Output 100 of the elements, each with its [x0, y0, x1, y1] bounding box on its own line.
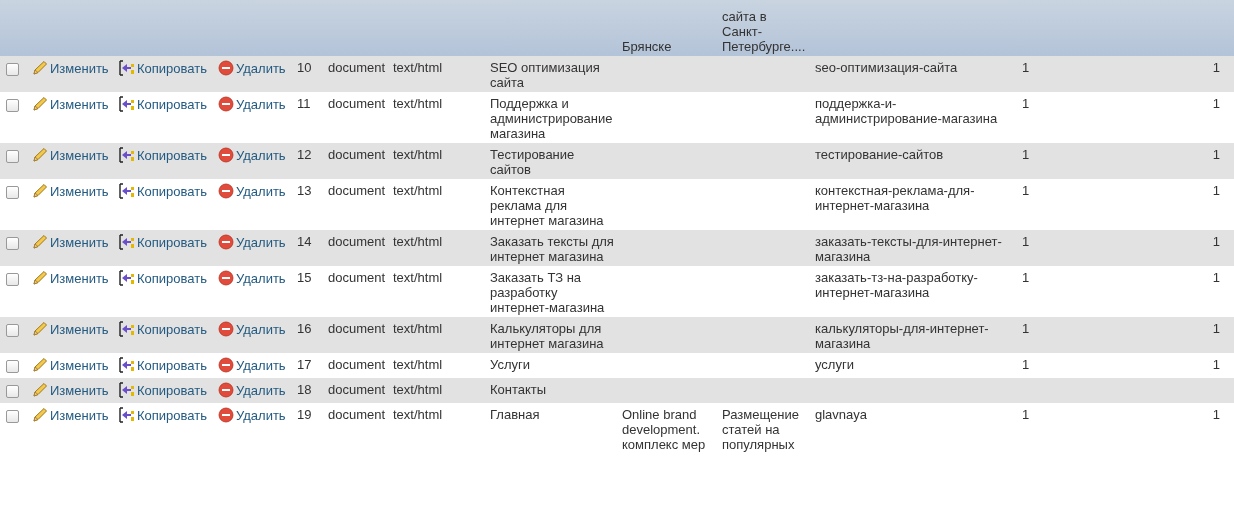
copy-icon: [119, 60, 135, 76]
table-cell: text/html: [393, 183, 443, 198]
table-cell: glavnaya: [815, 407, 868, 422]
copy-link[interactable]: Копировать: [119, 270, 207, 286]
table-cell: 15: [297, 270, 312, 285]
copy-link[interactable]: Копировать: [119, 183, 207, 199]
table-cell: 13: [297, 183, 312, 198]
table-cell: Заказать тексты для интернет магазина: [490, 234, 614, 264]
delete-link[interactable]: Удалить: [218, 407, 286, 423]
table-cell: text/html: [393, 234, 443, 249]
table-cell: text/html: [393, 60, 443, 75]
copy-link[interactable]: Копировать: [119, 96, 207, 112]
delete-link[interactable]: Удалить: [218, 96, 286, 112]
row-checkbox[interactable]: [6, 99, 19, 112]
table-cell: Услуги: [490, 357, 530, 372]
pencil-icon: [32, 357, 48, 373]
table-cell: заказать-тексты-для-интернет-магазина: [815, 234, 1002, 264]
table-cell: 1: [1212, 147, 1220, 162]
table-cell: 1: [1022, 357, 1030, 372]
row-checkbox[interactable]: [6, 273, 19, 286]
row-checkbox[interactable]: [6, 410, 19, 423]
table-cell: text/html: [393, 270, 443, 285]
table-cell: Контакты: [490, 382, 547, 397]
delete-icon: [218, 234, 234, 250]
pencil-icon: [32, 60, 48, 76]
row-checkbox[interactable]: [6, 63, 19, 76]
delete-icon: [218, 60, 234, 76]
table-cell: заказать-тз-на-разработку-интернет-магазина: [815, 270, 978, 300]
table-cell: тестирование-сайтов: [815, 147, 944, 162]
table-cell: seo-оптимизация-сайта: [815, 60, 958, 75]
row-checkbox[interactable]: [6, 186, 19, 199]
delete-link[interactable]: Удалить: [218, 357, 286, 373]
table-cell: калькуляторы-для-интернет-магазина: [815, 321, 989, 351]
row-checkbox[interactable]: [6, 150, 19, 163]
table-cell: text/html: [393, 357, 443, 372]
table-cell: Калькуляторы для интернет магазина: [490, 321, 604, 351]
delete-link[interactable]: Удалить: [218, 270, 286, 286]
table-cell: document: [328, 60, 386, 75]
column-heading[interactable]: Брянске: [622, 39, 714, 54]
table-cell: 1: [1212, 321, 1220, 336]
edit-link[interactable]: Изменить: [32, 357, 109, 373]
table-cell: document: [328, 321, 386, 336]
table-cell: document: [328, 382, 386, 397]
table-cell: SEO оптимизация сайта: [490, 60, 600, 90]
copy-icon: [119, 270, 135, 286]
table-cell: document: [328, 96, 386, 111]
table-cell: Размещение статей на популярных: [722, 407, 799, 452]
table-cell: 1: [1022, 321, 1030, 336]
table-cell: 10: [297, 60, 312, 75]
table-cell: text/html: [393, 382, 443, 397]
table-cell: document: [328, 147, 386, 162]
pencil-icon: [32, 147, 48, 163]
pencil-icon: [32, 321, 48, 337]
column-heading[interactable]: сайта в Санкт-Петербурге....: [722, 9, 807, 54]
table-cell: document: [328, 357, 386, 372]
table-cell: Контекстная реклама для интернет магазина: [490, 183, 604, 228]
edit-link[interactable]: Изменить: [32, 407, 109, 423]
table-cell: Главная: [490, 407, 540, 422]
row-checkbox[interactable]: [6, 324, 19, 337]
table-cell: 17: [297, 357, 312, 372]
delete-link[interactable]: Удалить: [218, 183, 286, 199]
table-cell: text/html: [393, 407, 443, 422]
table-cell: 16: [297, 321, 312, 336]
delete-icon: [218, 407, 234, 423]
delete-icon: [218, 357, 234, 373]
copy-icon: [119, 147, 135, 163]
copy-icon: [119, 321, 135, 337]
table-cell: 1: [1022, 183, 1030, 198]
delete-icon: [218, 183, 234, 199]
edit-link[interactable]: Изменить: [32, 183, 109, 199]
delete-icon: [218, 147, 234, 163]
table-cell: услуги: [815, 357, 854, 372]
row-checkbox[interactable]: [6, 237, 19, 250]
row-checkbox[interactable]: [6, 360, 19, 373]
copy-link[interactable]: Копировать: [119, 407, 207, 423]
table-cell: 1: [1212, 270, 1220, 285]
table-cell: document: [328, 270, 386, 285]
table-cell: поддержка-и-администрирование-магазина: [815, 96, 998, 126]
table-cell: 1: [1212, 183, 1220, 198]
copy-icon: [119, 357, 135, 373]
table-cell: text/html: [393, 321, 443, 336]
table-cell: document: [328, 407, 386, 422]
table-cell: 1: [1022, 147, 1030, 162]
row-checkbox[interactable]: [6, 385, 19, 398]
copy-icon: [119, 382, 135, 398]
edit-link[interactable]: Изменить: [32, 96, 109, 112]
copy-icon: [119, 234, 135, 250]
table-cell: 14: [297, 234, 312, 249]
copy-link[interactable]: Копировать: [119, 357, 207, 373]
delete-icon: [218, 321, 234, 337]
table-cell: 1: [1022, 234, 1030, 249]
copy-icon: [119, 407, 135, 423]
table-cell: Заказать ТЗ на разработку интернет-магазина: [490, 270, 605, 315]
edit-link[interactable]: Изменить: [32, 270, 109, 286]
delete-icon: [218, 270, 234, 286]
delete-icon: [218, 382, 234, 398]
pencil-icon: [32, 270, 48, 286]
pencil-icon: [32, 234, 48, 250]
table-cell: 12: [297, 147, 312, 162]
copy-icon: [119, 96, 135, 112]
